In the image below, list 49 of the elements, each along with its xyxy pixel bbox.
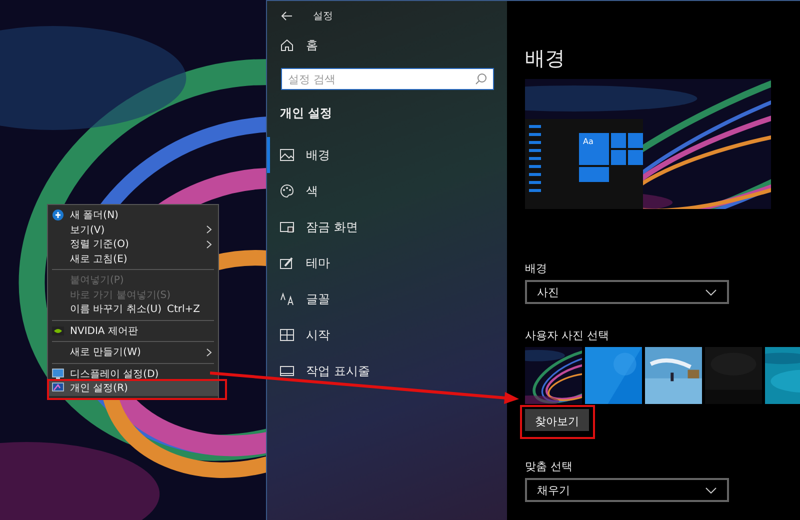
menu-item[interactable]: 새로 고침(E)	[48, 252, 218, 266]
chevron-right-icon	[206, 348, 212, 357]
fit-dropdown[interactable]: 채우기	[525, 478, 729, 502]
tile	[628, 150, 643, 165]
section-heading: 개인 설정	[279, 105, 334, 122]
taskbar-icon	[280, 364, 294, 378]
nvidia-icon	[52, 324, 64, 337]
sidebar-item[interactable]: 작업 표시줄	[267, 353, 507, 389]
background-dropdown[interactable]: 사진	[525, 280, 729, 304]
search-field[interactable]: 설정 검색	[281, 68, 494, 90]
back-icon	[281, 11, 293, 21]
menu-item[interactable]: NVIDIA 제어판	[48, 324, 218, 338]
sidebar-item[interactable]: 글꼴	[267, 281, 507, 317]
tile	[579, 167, 609, 182]
search-icon	[475, 73, 487, 85]
font-icon	[280, 292, 294, 306]
sidebar-item[interactable]: 테마	[267, 245, 507, 281]
field-label: 사용자 사진 선택	[525, 328, 609, 343]
menu-item[interactable]: 디스플레이 설정(D)	[48, 366, 218, 381]
back-button[interactable]	[279, 9, 295, 23]
grid-icon	[280, 328, 294, 342]
tile	[611, 150, 626, 165]
browse-button[interactable]: 찾아보기	[525, 409, 589, 431]
sidebar-item[interactable]: 시작	[267, 317, 507, 353]
menu-item[interactable]: 정렬 기준(O)	[48, 237, 218, 252]
menu-item[interactable]: 새 폴더(N)	[48, 208, 218, 222]
home-icon	[280, 38, 294, 52]
chevron-down-icon	[705, 288, 717, 296]
tile	[628, 133, 643, 148]
sidebar-item[interactable]: 잠금 화면	[267, 209, 507, 245]
menu-item[interactable]: 새로 만들기(W)	[48, 345, 218, 360]
tile	[611, 133, 626, 148]
field-label: 배경	[525, 261, 547, 276]
sidebar-item[interactable]: 배경	[267, 137, 507, 173]
image-icon	[280, 148, 294, 162]
palette-icon	[280, 184, 294, 198]
menu-item[interactable]: 보기(V)	[48, 222, 218, 237]
screen-icon	[280, 220, 294, 234]
window-title: 설정	[313, 10, 333, 23]
field-label: 맞춤 선택	[525, 459, 572, 474]
menu-item[interactable]: 이름 바꾸기 취소(U) Ctrl+Z	[48, 302, 218, 316]
monitor-icon	[52, 382, 64, 394]
sidebar-item[interactable]: 색	[267, 173, 507, 209]
chevron-down-icon	[705, 486, 717, 494]
home-link[interactable]: 홈	[267, 31, 507, 59]
page-heading: 배경	[525, 45, 565, 72]
monitor-icon	[52, 368, 64, 380]
tile: Aa	[579, 133, 609, 165]
brush-icon	[280, 256, 294, 270]
